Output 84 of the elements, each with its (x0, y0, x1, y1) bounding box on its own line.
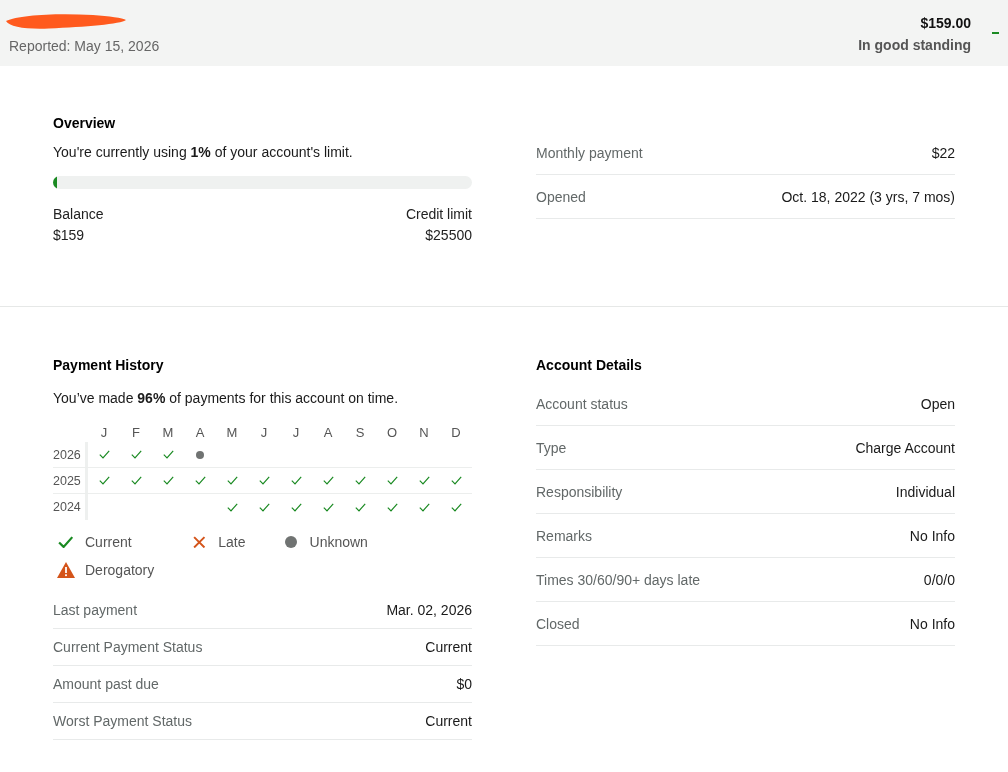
detail-label: Worst Payment Status (53, 713, 192, 729)
dot-icon (284, 536, 297, 548)
detail-value: Oct. 18, 2022 (3 yrs, 7 mos) (781, 188, 955, 205)
check-icon (354, 476, 366, 485)
check-icon (290, 502, 302, 512)
detail-value: Mar. 02, 2026 (386, 602, 472, 618)
account-standing: In good standing (858, 36, 971, 55)
check-icon (162, 450, 174, 459)
check-icon (130, 476, 142, 485)
month-label: J (260, 424, 268, 440)
month-label: S (355, 424, 365, 440)
check-icon (98, 450, 110, 459)
legend-label: Unknown (309, 534, 368, 550)
section-heading: Account Details (536, 356, 643, 375)
month-label: J (100, 424, 108, 440)
detail-label: Remarks (536, 527, 592, 544)
month-label: J (292, 424, 300, 440)
check-icon (258, 476, 270, 485)
month-label: A (323, 424, 333, 440)
detail-label: Closed (536, 615, 580, 632)
check-icon (162, 476, 174, 485)
detail-value: $22 (931, 144, 955, 161)
detail-label: Type (536, 439, 567, 456)
month-label: N (419, 424, 429, 440)
detail-label: Account status (536, 395, 628, 412)
balance-value: $159 (53, 226, 85, 245)
warning-icon (57, 562, 75, 578)
check-icon (386, 476, 398, 485)
check-icon (354, 502, 366, 512)
check-icon (322, 502, 334, 512)
check-icon (130, 450, 142, 459)
detail-value: 0/0/0 (923, 571, 955, 588)
detail-label: Monthly payment (536, 144, 643, 161)
detail-value: Current (425, 713, 472, 729)
legend-label: Late (218, 534, 246, 550)
detail-label: Current Payment Status (53, 639, 203, 655)
detail-value: $0 (456, 676, 472, 692)
reported-date: Reported: May 15, 2026 (9, 37, 160, 56)
check-icon (226, 476, 238, 485)
check-icon (450, 476, 462, 485)
year-label: 2026 (53, 447, 81, 462)
year-label: 2024 (53, 500, 81, 514)
detail-label: Last payment (53, 602, 138, 618)
detail-value: Open (920, 395, 955, 412)
detail-label: Responsibility (536, 483, 623, 500)
check-icon (418, 502, 430, 512)
detail-label: Amount past due (53, 676, 159, 692)
check-icon (58, 535, 74, 549)
detail-label: Opened (536, 188, 586, 205)
detail-value: Charge Account (855, 439, 955, 456)
legend-label: Derogatory (85, 562, 155, 578)
section-heading: Overview (53, 114, 117, 133)
cross-icon (192, 535, 206, 549)
detail-label: Times 30/60/90+ days late (536, 571, 701, 588)
month-label: M (226, 424, 238, 440)
check-icon (418, 476, 430, 485)
month-label: F (132, 424, 140, 440)
credit-limit-value: $25500 (425, 226, 472, 245)
balance-amount: $159.00 (920, 14, 971, 33)
month-label: A (195, 424, 205, 440)
balance-label: Balance (53, 205, 104, 224)
dot-icon (196, 450, 204, 459)
check-icon (450, 502, 462, 512)
legend-label: Current (85, 534, 132, 550)
credit-limit-label: Credit limit (405, 205, 472, 224)
check-icon (322, 476, 334, 485)
detail-value: No Info (909, 615, 955, 632)
check-icon (98, 476, 110, 485)
month-label: O (386, 424, 398, 440)
detail-value: Current (425, 639, 472, 655)
detail-value: No Info (909, 527, 955, 544)
month-label: D (451, 424, 461, 440)
check-icon (194, 476, 206, 485)
minus-icon[interactable] (992, 32, 999, 34)
check-icon (226, 502, 238, 512)
month-label: M (162, 424, 174, 440)
usage-summary: You're currently using 1% of your account's limit. (53, 143, 354, 162)
check-icon (386, 502, 398, 512)
check-icon (258, 502, 270, 512)
check-icon (290, 476, 302, 485)
detail-value: Individual (895, 483, 955, 500)
year-label: 2025 (53, 473, 81, 488)
on-time-summary: You’ve made 96% of payments for this account on time. (53, 389, 400, 408)
section-heading: Payment History (53, 356, 165, 375)
